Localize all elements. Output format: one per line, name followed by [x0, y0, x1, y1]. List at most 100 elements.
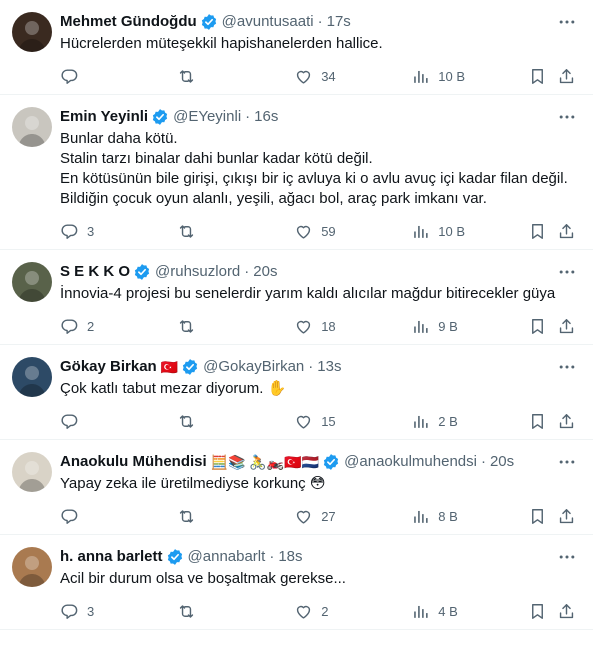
views-button[interactable]: 9 B	[411, 317, 528, 336]
bar-chart-icon	[411, 222, 430, 241]
bookmark-icon	[528, 67, 547, 86]
share-icon	[557, 507, 576, 526]
share-icon	[557, 222, 576, 241]
reply-button[interactable]	[60, 412, 177, 431]
user-handle[interactable]: @ruhsuzlord	[155, 262, 240, 282]
separator-dot: ·	[480, 453, 486, 470]
avatar[interactable]	[12, 107, 52, 147]
reply-button[interactable]: 3	[60, 602, 177, 621]
heart-icon	[294, 412, 313, 431]
user-handle[interactable]: @avuntusaati	[222, 12, 314, 32]
reply-button[interactable]: 3	[60, 222, 177, 241]
tweet-actions: 2 18 9 B	[60, 308, 577, 344]
avatar[interactable]	[12, 12, 52, 52]
bookmark-button[interactable]	[528, 602, 557, 621]
bookmark-button[interactable]	[528, 317, 557, 336]
timestamp[interactable]: 20s	[253, 262, 277, 282]
user-handle[interactable]: @EYeyinli	[173, 107, 241, 127]
share-button[interactable]	[557, 507, 577, 526]
tweet-header: Mehmet Gündoğdu @avuntusaati · 17s	[60, 12, 577, 32]
display-name[interactable]: Anaokulu Mühendisi	[60, 452, 207, 472]
bookmark-button[interactable]	[528, 412, 557, 431]
tweet[interactable]: Anaokulu Mühendisi 🧮📚 🚴🏍️🇹🇷🇳🇱 @anaokulmu…	[0, 440, 593, 535]
name-emoji: 🇹🇷	[160, 359, 179, 375]
retweet-button[interactable]	[177, 67, 294, 86]
views-button[interactable]: 10 B	[411, 222, 528, 241]
heart-icon	[294, 222, 313, 241]
share-button[interactable]	[557, 602, 577, 621]
reply-count: 3	[87, 603, 95, 619]
like-button[interactable]: 15	[294, 412, 411, 431]
retweet-button[interactable]	[177, 317, 294, 336]
verified-badge-icon	[200, 13, 218, 31]
avatar[interactable]	[12, 357, 52, 397]
more-options-icon[interactable]	[557, 452, 577, 472]
reply-button[interactable]: 2	[60, 317, 177, 336]
bar-chart-icon	[411, 317, 430, 336]
verified-badge-icon	[322, 453, 340, 471]
retweet-icon	[177, 602, 196, 621]
reply-icon	[60, 317, 79, 336]
retweet-button[interactable]	[177, 412, 294, 431]
share-button[interactable]	[557, 317, 577, 336]
bookmark-button[interactable]	[528, 67, 557, 86]
views-button[interactable]: 8 B	[411, 507, 528, 526]
views-button[interactable]: 10 B	[411, 67, 528, 86]
tweet[interactable]: Gökay Birkan 🇹🇷 @GokayBirkan · 13s Çok k…	[0, 345, 593, 440]
more-options-icon[interactable]	[557, 262, 577, 282]
tweet[interactable]: h. anna barlett @annabarlt · 18s Acil bi…	[0, 535, 593, 630]
separator-dot: ·	[244, 263, 250, 280]
more-options-icon[interactable]	[557, 12, 577, 32]
reply-button[interactable]	[60, 67, 177, 86]
display-name[interactable]: S E K K O	[60, 262, 130, 282]
more-options-icon[interactable]	[557, 547, 577, 567]
display-name[interactable]: Mehmet Gündoğdu	[60, 12, 197, 32]
display-name[interactable]: Emin Yeyinli	[60, 107, 148, 127]
bookmark-button[interactable]	[528, 222, 557, 241]
tweet-actions: 34 10 B	[60, 58, 577, 94]
view-count: 9 B	[438, 318, 458, 334]
user-handle[interactable]: @GokayBirkan	[203, 357, 304, 377]
avatar[interactable]	[12, 547, 52, 587]
views-button[interactable]: 2 B	[411, 412, 528, 431]
view-count: 4 B	[438, 603, 458, 619]
avatar[interactable]	[12, 452, 52, 492]
reply-button[interactable]	[60, 507, 177, 526]
tweet-text: Yapay zeka ile üretilmediyse korkunç 😳	[60, 475, 326, 492]
retweet-button[interactable]	[177, 602, 294, 621]
share-button[interactable]	[557, 67, 577, 86]
timestamp[interactable]: 20s	[490, 452, 514, 472]
separator-dot: ·	[317, 13, 323, 30]
tweet-header: S E K K O @ruhsuzlord · 20s	[60, 262, 577, 282]
tweet[interactable]: Emin Yeyinli @EYeyinli · 16s Bunlar daha…	[0, 95, 593, 250]
separator-dot: ·	[308, 358, 314, 375]
display-name[interactable]: Gökay Birkan	[60, 357, 157, 377]
like-button[interactable]: 34	[294, 67, 411, 86]
tweet-header: Anaokulu Mühendisi 🧮📚 🚴🏍️🇹🇷🇳🇱 @anaokulmu…	[60, 452, 577, 472]
retweet-button[interactable]	[177, 507, 294, 526]
more-options-icon[interactable]	[557, 357, 577, 377]
like-button[interactable]: 27	[294, 507, 411, 526]
tweet[interactable]: S E K K O @ruhsuzlord · 20s İnnovia-4 pr…	[0, 250, 593, 345]
like-button[interactable]: 2	[294, 602, 411, 621]
reply-icon	[60, 602, 79, 621]
retweet-button[interactable]	[177, 222, 294, 241]
timestamp[interactable]: 18s	[278, 547, 302, 567]
timestamp[interactable]: 13s	[317, 357, 341, 377]
avatar[interactable]	[12, 262, 52, 302]
verified-badge-icon	[151, 108, 169, 126]
share-button[interactable]	[557, 222, 577, 241]
bookmark-button[interactable]	[528, 507, 557, 526]
like-count: 2	[321, 603, 329, 619]
tweet[interactable]: Mehmet Gündoğdu @avuntusaati · 17s Hücre…	[0, 0, 593, 95]
user-handle[interactable]: @anaokulmuhendsi	[344, 452, 477, 472]
timestamp[interactable]: 16s	[254, 107, 278, 127]
share-button[interactable]	[557, 412, 577, 431]
like-button[interactable]: 18	[294, 317, 411, 336]
views-button[interactable]: 4 B	[411, 602, 528, 621]
timestamp[interactable]: 17s	[327, 12, 351, 32]
display-name[interactable]: h. anna barlett	[60, 547, 163, 567]
more-options-icon[interactable]	[557, 107, 577, 127]
like-button[interactable]: 59	[294, 222, 411, 241]
user-handle[interactable]: @annabarlt	[188, 547, 266, 567]
